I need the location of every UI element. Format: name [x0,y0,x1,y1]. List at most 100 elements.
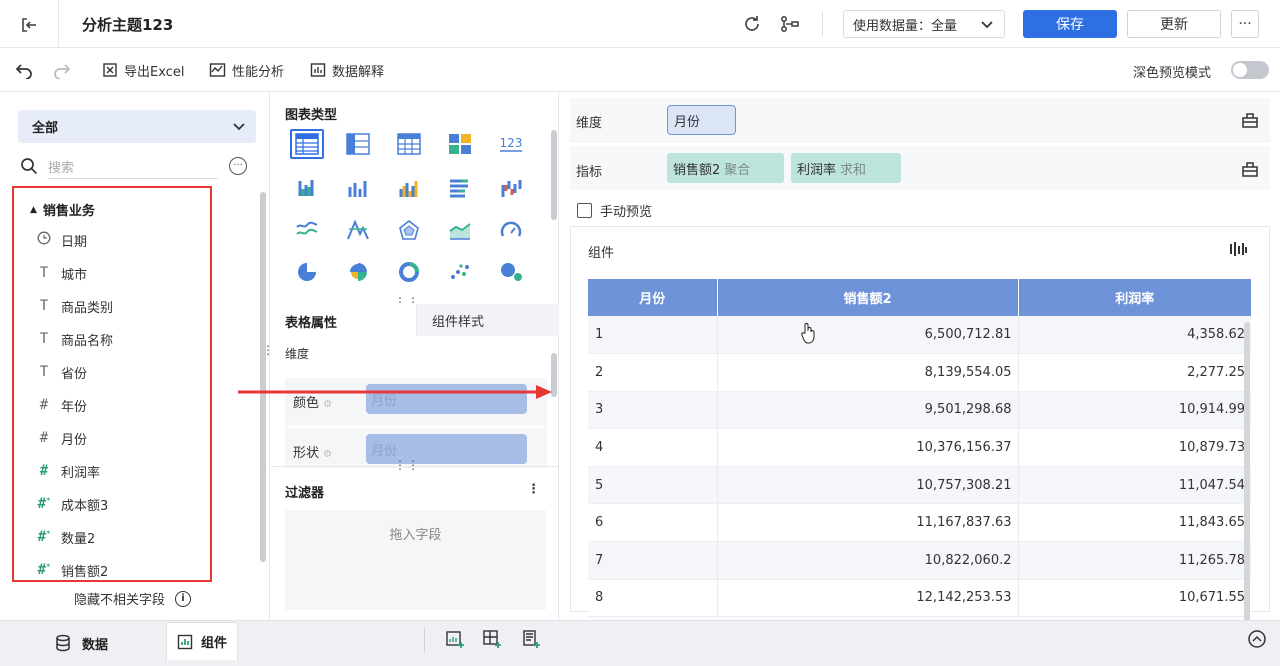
hide-irrelevant-fields[interactable]: 隐藏不相关字段 i [74,589,192,608]
column-chart-icon[interactable] [341,173,375,203]
tab-table-props[interactable]: 表格属性 [285,312,337,331]
chart-switch-icon[interactable] [1229,240,1247,258]
info-icon[interactable]: i [175,590,192,607]
performance-analysis-button[interactable]: 性能分析 [209,60,284,80]
kpi-block-icon[interactable] [443,129,477,159]
drag-handle-icon[interactable]: ⋮⋮ [394,458,420,472]
add-dashboard-icon[interactable] [482,629,502,649]
tab-component-style[interactable]: 组件样式 [416,304,559,336]
exit-icon[interactable] [18,14,40,36]
field-item[interactable]: #* 销售额2 [36,560,109,580]
field-item[interactable]: T 商品类别 [36,296,113,316]
field-group-sales[interactable]: ▲ 销售业务 [30,200,95,219]
data-volume-select[interactable]: 使用数据量：全量 [843,10,1005,38]
waterfall-chart-icon[interactable] [494,173,528,203]
field-item[interactable]: #* 数量2 [36,527,96,547]
filter-drop-zone[interactable]: 拖入字段 [285,510,546,610]
lineage-icon[interactable] [778,12,802,36]
indicator-chip-agg: 求和 [840,162,867,178]
filter-placeholder: 拖入字段 [389,528,442,543]
field-item[interactable]: # 利润率 [36,461,100,481]
data-tab[interactable]: 数据 [54,628,108,658]
donut-chart-icon[interactable] [392,257,426,287]
field-item[interactable]: # 月份 [36,428,87,448]
search-underline [48,178,218,179]
indicator-chip[interactable]: 利润率 求和 [791,153,901,183]
table-row: 2 8,139,554.05 2,277.25 [588,353,1251,392]
add-report-icon[interactable] [521,629,541,649]
dark-mode-toggle[interactable] [1231,61,1269,79]
field-search[interactable]: 搜索 [20,154,218,178]
cross-table-icon[interactable] [341,129,375,159]
area-chart-icon[interactable] [443,215,477,245]
filter-more-icon[interactable]: ⋮ [527,482,540,497]
data-explain-button[interactable]: 数据解释 [310,60,384,80]
table-cell: 10,879.73 [1018,428,1251,467]
collapse-up-icon[interactable] [1247,629,1267,649]
data-volume-label: 使用数据量：全量 [853,18,958,34]
detail-table-icon[interactable] [392,129,426,159]
grouped-column-icon[interactable] [392,173,426,203]
gear-icon[interactable]: ⚙ [323,399,332,410]
field-item[interactable]: T 省份 [36,362,87,382]
resize-handle-icon[interactable]: ⋮ [262,344,275,356]
checkbox-box[interactable] [577,203,592,218]
scatter-chart-icon[interactable] [443,257,477,287]
page-title: 分析主题123 [82,16,174,34]
gear-icon[interactable]: ⚙ [323,449,332,460]
field-label: 月份 [61,432,88,448]
component-chart-icon [177,634,193,649]
undo-icon[interactable] [14,60,34,80]
component-title: 组件 [588,246,615,261]
manual-preview-checkbox[interactable]: 手动预览 [577,201,652,220]
field-item[interactable]: T 商品名称 [36,329,113,349]
indicator-chip[interactable]: 销售额2 聚合 [667,153,784,183]
search-icon [21,158,38,175]
field-item[interactable]: T 城市 [36,263,87,283]
dimension-settings-icon[interactable] [1241,111,1259,129]
text-icon: T [39,331,49,347]
table-cell: 1 [588,316,718,355]
column-header[interactable]: 利润率 [1018,279,1251,316]
more-options-icon[interactable]: ··· [229,157,247,175]
column-header[interactable]: 月份 [588,279,718,316]
indicator-settings-icon[interactable] [1241,160,1259,178]
radar-chart-icon[interactable] [392,215,426,245]
add-component-icon[interactable] [445,629,465,649]
shape-field-pill[interactable]: 月份 [366,434,527,464]
component-tab[interactable]: 组件 [166,622,239,660]
save-button[interactable]: 保存 [1023,10,1117,38]
grouped-table-icon[interactable] [290,173,324,203]
field-item[interactable]: 日期 [36,230,87,250]
number-card-icon[interactable]: 123 [494,129,528,159]
caret-down-icon: ▲ [30,204,37,215]
redo-icon[interactable] [52,60,72,80]
field-scrollbar[interactable] [260,192,266,562]
search-input[interactable]: 搜索 [48,157,74,176]
table-cell: 11,843.65 [1018,503,1251,543]
field-item[interactable]: #* 成本额3 [36,494,109,514]
scope-select[interactable]: 全部 [18,110,256,143]
data-tab-label: 数据 [82,637,109,653]
table-row: 4 10,376,156.37 10,879.73 [588,428,1251,467]
radar-line-icon[interactable] [341,215,375,245]
line-chart-icon[interactable] [290,215,324,245]
bar-chart-icon[interactable] [443,173,477,203]
rose-pie-icon[interactable] [341,257,375,287]
text-icon: T [39,298,49,314]
bubble-chart-icon[interactable] [494,257,528,287]
table-chart-icon[interactable] [290,129,324,159]
refresh-icon[interactable] [740,12,764,36]
chart-type-scrollbar[interactable] [551,130,557,220]
gauge-chart-icon[interactable] [494,215,528,245]
scope-label: 全部 [32,121,59,136]
update-button[interactable]: 更新 [1127,10,1221,38]
dimension-chip[interactable]: 月份 [667,105,736,135]
field-item[interactable]: # 年份 [36,395,87,415]
more-menu-button[interactable]: ··· [1231,10,1259,38]
export-excel-button[interactable]: 导出Excel [102,60,184,80]
table-scrollbar[interactable] [1244,322,1250,622]
indicator-chip-name: 销售额2 [673,162,721,178]
pie-chart-icon[interactable] [290,257,324,287]
column-header[interactable]: 销售额2 [717,279,1019,316]
